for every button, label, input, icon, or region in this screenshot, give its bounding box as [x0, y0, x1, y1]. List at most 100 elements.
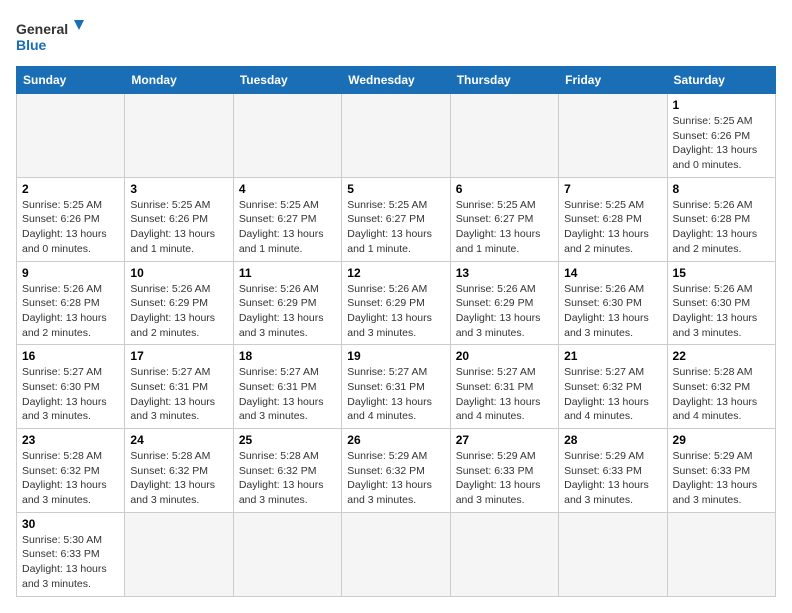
day-info: Sunrise: 5:28 AMSunset: 6:32 PMDaylight:… — [130, 449, 227, 508]
calendar-cell: 11 Sunrise: 5:26 AMSunset: 6:29 PMDayligh… — [233, 261, 341, 345]
calendar-cell: 27 Sunrise: 5:29 AMSunset: 6:33 PMDayligh… — [450, 429, 558, 513]
day-info: Sunrise: 5:27 AMSunset: 6:31 PMDaylight:… — [130, 365, 227, 424]
generalblue-logo-icon: General Blue — [16, 16, 86, 58]
day-number: 8 — [673, 182, 770, 196]
calendar-week-row: 16 Sunrise: 5:27 AMSunset: 6:30 PMDayligh… — [17, 345, 776, 429]
day-info: Sunrise: 5:27 AMSunset: 6:31 PMDaylight:… — [239, 365, 336, 424]
calendar-cell — [559, 94, 667, 178]
day-info: Sunrise: 5:26 AMSunset: 6:28 PMDaylight:… — [22, 282, 119, 341]
calendar-cell: 24 Sunrise: 5:28 AMSunset: 6:32 PMDayligh… — [125, 429, 233, 513]
calendar-cell: 20Sunrise: 5:27 AMSunset: 6:31 PMDayligh… — [450, 345, 558, 429]
calendar-cell — [17, 94, 125, 178]
day-info: Sunrise: 5:25 AMSunset: 6:28 PMDaylight:… — [564, 198, 661, 257]
day-number: 3 — [130, 182, 227, 196]
calendar-cell: 16 Sunrise: 5:27 AMSunset: 6:30 PMDayligh… — [17, 345, 125, 429]
weekday-header-tuesday: Tuesday — [233, 67, 341, 94]
calendar-cell: 14Sunrise: 5:26 AMSunset: 6:30 PMDayligh… — [559, 261, 667, 345]
weekday-header-saturday: Saturday — [667, 67, 775, 94]
calendar-cell: 12 Sunrise: 5:26 AMSunset: 6:29 PMDayligh… — [342, 261, 450, 345]
day-info: Sunrise: 5:25 AMSunset: 6:26 PMDaylight:… — [130, 198, 227, 257]
day-number: 18 — [239, 349, 336, 363]
day-info: Sunrise: 5:27 AMSunset: 6:32 PMDaylight:… — [564, 365, 661, 424]
day-number: 25 — [239, 433, 336, 447]
calendar-cell: 9 Sunrise: 5:26 AMSunset: 6:28 PMDaylight… — [17, 261, 125, 345]
day-number: 1 — [673, 98, 770, 112]
calendar-cell: 7 Sunrise: 5:25 AMSunset: 6:28 PMDaylight… — [559, 177, 667, 261]
day-number: 6 — [456, 182, 553, 196]
day-info: Sunrise: 5:28 AMSunset: 6:32 PMDaylight:… — [22, 449, 119, 508]
day-number: 26 — [347, 433, 444, 447]
day-info: Sunrise: 5:28 AMSunset: 6:32 PMDaylight:… — [673, 365, 770, 424]
calendar-table: SundayMondayTuesdayWednesdayThursdayFrid… — [16, 66, 776, 597]
day-number: 2 — [22, 182, 119, 196]
calendar-cell: 13 Sunrise: 5:26 AMSunset: 6:29 PMDayligh… — [450, 261, 558, 345]
day-number: 20 — [456, 349, 553, 363]
calendar-cell — [125, 512, 233, 596]
calendar-cell: 18 Sunrise: 5:27 AMSunset: 6:31 PMDayligh… — [233, 345, 341, 429]
day-info: Sunrise: 5:27 AMSunset: 6:30 PMDaylight:… — [22, 365, 119, 424]
day-number: 11 — [239, 266, 336, 280]
page-header: General Blue — [16, 16, 776, 58]
day-info: Sunrise: 5:28 AMSunset: 6:32 PMDaylight:… — [239, 449, 336, 508]
day-info: Sunrise: 5:26 AMSunset: 6:29 PMDaylight:… — [130, 282, 227, 341]
weekday-header-sunday: Sunday — [17, 67, 125, 94]
day-number: 10 — [130, 266, 227, 280]
calendar-cell: 21 Sunrise: 5:27 AMSunset: 6:32 PMDayligh… — [559, 345, 667, 429]
day-info: Sunrise: 5:29 AMSunset: 6:32 PMDaylight:… — [347, 449, 444, 508]
day-number: 24 — [130, 433, 227, 447]
day-number: 19 — [347, 349, 444, 363]
day-number: 27 — [456, 433, 553, 447]
day-info: Sunrise: 5:29 AMSunset: 6:33 PMDaylight:… — [673, 449, 770, 508]
day-info: Sunrise: 5:26 AMSunset: 6:30 PMDaylight:… — [564, 282, 661, 341]
day-info: Sunrise: 5:26 AMSunset: 6:29 PMDaylight:… — [239, 282, 336, 341]
weekday-header-thursday: Thursday — [450, 67, 558, 94]
day-number: 9 — [22, 266, 119, 280]
day-number: 23 — [22, 433, 119, 447]
calendar-cell — [233, 94, 341, 178]
calendar-cell: 1Sunrise: 5:25 AMSunset: 6:26 PMDaylight… — [667, 94, 775, 178]
day-number: 7 — [564, 182, 661, 196]
calendar-week-row: 9 Sunrise: 5:26 AMSunset: 6:28 PMDaylight… — [17, 261, 776, 345]
day-info: Sunrise: 5:25 AMSunset: 6:27 PMDaylight:… — [239, 198, 336, 257]
day-info: Sunrise: 5:29 AMSunset: 6:33 PMDaylight:… — [456, 449, 553, 508]
calendar-week-row: 30Sunrise: 5:30 AMSunset: 6:33 PMDayligh… — [17, 512, 776, 596]
calendar-cell — [233, 512, 341, 596]
calendar-week-row: 23 Sunrise: 5:28 AMSunset: 6:32 PMDayligh… — [17, 429, 776, 513]
calendar-cell — [342, 512, 450, 596]
calendar-cell: 23 Sunrise: 5:28 AMSunset: 6:32 PMDayligh… — [17, 429, 125, 513]
calendar-cell: 26 Sunrise: 5:29 AMSunset: 6:32 PMDayligh… — [342, 429, 450, 513]
day-number: 15 — [673, 266, 770, 280]
svg-text:Blue: Blue — [16, 37, 47, 53]
calendar-cell: 17Sunrise: 5:27 AMSunset: 6:31 PMDayligh… — [125, 345, 233, 429]
calendar-cell: 28Sunrise: 5:29 AMSunset: 6:33 PMDayligh… — [559, 429, 667, 513]
calendar-cell: 4Sunrise: 5:25 AMSunset: 6:27 PMDaylight… — [233, 177, 341, 261]
calendar-week-row: 2 Sunrise: 5:25 AMSunset: 6:26 PMDaylight… — [17, 177, 776, 261]
day-number: 30 — [22, 517, 119, 531]
day-info: Sunrise: 5:26 AMSunset: 6:30 PMDaylight:… — [673, 282, 770, 341]
calendar-cell: 10 Sunrise: 5:26 AMSunset: 6:29 PMDayligh… — [125, 261, 233, 345]
calendar-cell — [342, 94, 450, 178]
day-number: 29 — [673, 433, 770, 447]
day-number: 13 — [456, 266, 553, 280]
calendar-cell: 6Sunrise: 5:25 AMSunset: 6:27 PMDaylight… — [450, 177, 558, 261]
calendar-cell: 22Sunrise: 5:28 AMSunset: 6:32 PMDayligh… — [667, 345, 775, 429]
day-info: Sunrise: 5:26 AMSunset: 6:29 PMDaylight:… — [347, 282, 444, 341]
day-number: 16 — [22, 349, 119, 363]
calendar-cell — [450, 94, 558, 178]
day-number: 12 — [347, 266, 444, 280]
logo: General Blue — [16, 16, 86, 58]
day-number: 5 — [347, 182, 444, 196]
calendar-cell: 3 Sunrise: 5:25 AMSunset: 6:26 PMDaylight… — [125, 177, 233, 261]
day-info: Sunrise: 5:29 AMSunset: 6:33 PMDaylight:… — [564, 449, 661, 508]
calendar-cell: 5 Sunrise: 5:25 AMSunset: 6:27 PMDaylight… — [342, 177, 450, 261]
calendar-cell: 25 Sunrise: 5:28 AMSunset: 6:32 PMDayligh… — [233, 429, 341, 513]
day-info: Sunrise: 5:27 AMSunset: 6:31 PMDaylight:… — [347, 365, 444, 424]
calendar-cell: 30Sunrise: 5:30 AMSunset: 6:33 PMDayligh… — [17, 512, 125, 596]
day-info: Sunrise: 5:26 AMSunset: 6:28 PMDaylight:… — [673, 198, 770, 257]
day-info: Sunrise: 5:26 AMSunset: 6:29 PMDaylight:… — [456, 282, 553, 341]
day-number: 21 — [564, 349, 661, 363]
calendar-cell — [450, 512, 558, 596]
weekday-header-row: SundayMondayTuesdayWednesdayThursdayFrid… — [17, 67, 776, 94]
day-info: Sunrise: 5:25 AMSunset: 6:27 PMDaylight:… — [347, 198, 444, 257]
calendar-cell: 29 Sunrise: 5:29 AMSunset: 6:33 PMDayligh… — [667, 429, 775, 513]
